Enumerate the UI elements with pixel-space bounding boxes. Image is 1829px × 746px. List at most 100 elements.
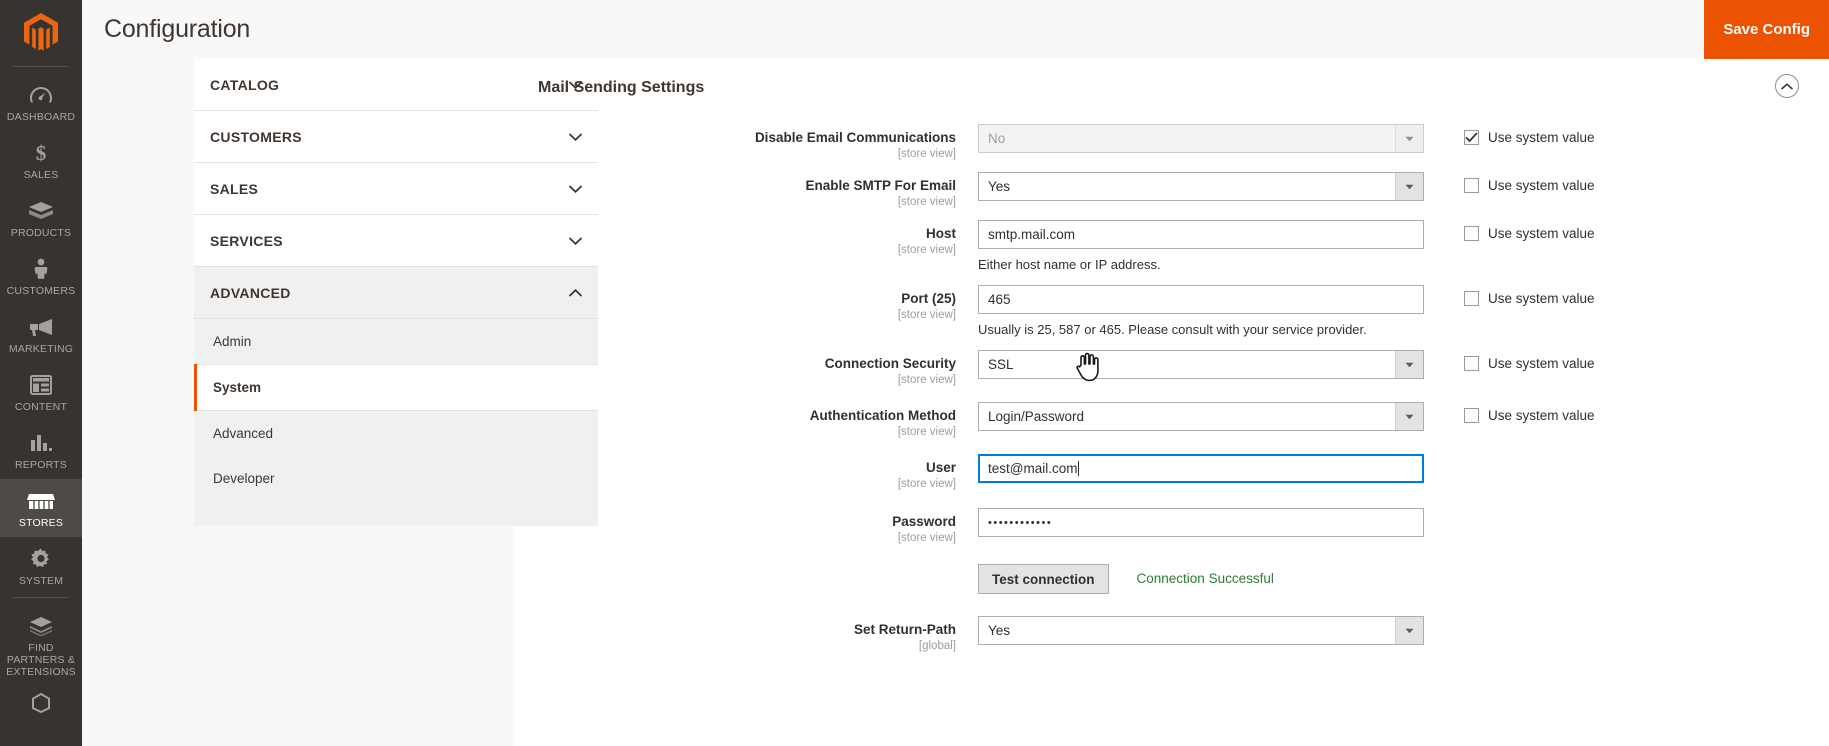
field-label: Password [892,514,956,529]
section-header: Mail Sending Settings [538,59,1807,113]
chevron-down-icon [1395,617,1423,644]
field-label-wrap: Enable SMTP For Email [store view] [538,172,978,210]
set-return-path-select[interactable]: Yes [978,616,1424,645]
use-system-value-toggle[interactable]: Use system value [1424,124,1595,145]
use-system-value-checkbox[interactable] [1464,291,1479,306]
select-value: Yes [988,623,1011,638]
use-system-value-checkbox[interactable] [1464,408,1479,423]
megaphone-icon [28,314,54,340]
host-input[interactable]: smtp.mail.com [978,220,1424,249]
sidebar-item-label: DASHBOARD [6,111,76,123]
field-label: Port (25) [901,291,956,306]
field-scope: [store view] [897,196,956,208]
page-title: Configuration [104,15,251,43]
port-input[interactable]: 465 [978,285,1424,314]
hexagon-icon [30,690,52,716]
field-label-wrap: Set Return-Path [global] [538,616,978,654]
layout-icon [30,372,52,398]
content-area: Configuration Save Config CATALOG CUSTOM… [82,0,1829,746]
field-label-wrap: Host [store view] [538,220,978,258]
field-label: Authentication Method [809,408,956,423]
sidebar-item-stores[interactable]: STORES [0,479,82,537]
authentication-method-select[interactable]: Login/Password [978,402,1424,431]
field-label-wrap: Password [store view] [538,508,978,546]
mail-sending-settings-panel: Mail Sending Settings Disable Email Comm… [513,59,1829,746]
select-value: Login/Password [988,409,1085,424]
sidebar-item-dashboard[interactable]: DASHBOARD [0,73,82,131]
field-scope: [store view] [897,374,956,386]
svg-text:$: $ [36,141,47,165]
use-system-value-toggle[interactable]: Use system value [1424,402,1595,423]
field-control: •••••••••••• [978,508,1424,537]
use-system-value-checkbox[interactable] [1464,356,1479,371]
sidebar-item-label: CUSTOMERS [6,285,76,297]
field-row-port: Port (25) [store view] 465 Usually is 25… [538,285,1829,338]
connection-status-text: Connection Successful [1136,571,1274,586]
section-title: Mail Sending Settings [538,79,705,96]
sidebar-item-label: FIND PARTNERS & EXTENSIONS [6,642,76,678]
sidebar-item-sales[interactable]: $ SALES [0,131,82,189]
body-split: CATALOG CUSTOMERS SALES SERVICES ADVANCE… [82,59,1829,746]
chevron-up-icon [1781,77,1793,95]
sidebar-item-marketing[interactable]: MARKETING [0,305,82,363]
settings-form: Disable Email Communications [store view… [538,113,1829,654]
use-system-value-checkbox[interactable] [1464,178,1479,193]
use-system-value-label: Use system value [1488,356,1595,371]
use-system-value-toggle[interactable]: Use system value [1424,350,1595,371]
field-row-set-return-path: Set Return-Path [global] Yes [538,616,1829,654]
field-scope: [store view] [897,148,956,160]
sidebar-item-label: SYSTEM [18,575,64,587]
use-system-value-toggle[interactable]: Use system value [1424,285,1595,306]
use-system-value-toggle[interactable]: Use system value [1424,220,1595,241]
sidebar-item-system[interactable]: SYSTEM [0,537,82,595]
field-label-wrap: Port (25) [store view] [538,285,978,323]
gear-icon [29,546,53,572]
chevron-down-icon [1395,173,1423,200]
use-system-value-checkbox[interactable] [1464,226,1479,241]
select-value: Yes [988,179,1011,194]
main-sidebar: DASHBOARD $ SALES PRODUCTS CUSTOMERS MAR… [0,0,82,746]
field-row-user: User [store view] test@mail.com [538,454,1829,492]
configuration-nav: CATALOG CUSTOMERS SALES SERVICES ADVANCE… [82,59,598,746]
enable-smtp-for-email-select[interactable]: Yes [978,172,1424,201]
collapse-section-button[interactable] [1775,74,1799,98]
field-scope: [store view] [897,426,956,438]
sidebar-item-content[interactable]: CONTENT [0,363,82,421]
field-row-password: Password [store view] •••••••••••• [538,508,1829,546]
sidebar-item-reports[interactable]: REPORTS [0,421,82,479]
subnav-item-label: Developer [213,471,275,486]
sidebar-divider-bottom [13,597,69,598]
sidebar-item-find-partners-extensions[interactable]: FIND PARTNERS & EXTENSIONS [0,604,82,686]
field-row-disable-email-communications: Disable Email Communications [store view… [538,124,1829,162]
magento-logo-icon[interactable] [0,0,82,64]
use-system-value-toggle[interactable]: Use system value [1424,172,1595,193]
field-control: SSL [978,350,1424,379]
save-config-button[interactable]: Save Config [1704,0,1829,59]
box-icon [28,198,54,224]
use-system-value-checkbox[interactable] [1464,130,1479,145]
sidebar-item-partner-hex[interactable] [0,686,82,724]
field-label-wrap: Connection Security [store view] [538,350,978,388]
user-input[interactable]: test@mail.com [978,454,1424,483]
sidebar-item-label: PRODUCTS [10,227,72,239]
field-row-authentication-method: Authentication Method [store view] Login… [538,402,1829,440]
field-label: Set Return-Path [853,622,956,637]
sidebar-item-label: CONTENT [14,401,68,413]
test-connection-button[interactable]: Test connection [978,564,1109,594]
password-input-value: •••••••••••• [988,516,1053,529]
port-hint: Usually is 25, 587 or 465. Please consul… [978,322,1367,337]
field-control: Login/Password [978,402,1424,431]
text-caret [1078,461,1080,476]
page-header: Configuration Save Config [82,0,1829,59]
password-input[interactable]: •••••••••••• [978,508,1424,537]
use-system-value-label: Use system value [1488,130,1595,145]
disable-email-communications-select[interactable]: No [978,124,1424,153]
admin-configuration-page: DASHBOARD $ SALES PRODUCTS CUSTOMERS MAR… [0,0,1829,746]
connection-security-select[interactable]: SSL [978,350,1424,379]
sidebar-item-customers[interactable]: CUSTOMERS [0,247,82,305]
subnav-item-label: System [213,380,262,395]
field-label: Connection Security [824,356,956,371]
sidebar-item-label: MARKETING [8,343,74,355]
sidebar-item-products[interactable]: PRODUCTS [0,189,82,247]
use-system-value-label: Use system value [1488,178,1595,193]
